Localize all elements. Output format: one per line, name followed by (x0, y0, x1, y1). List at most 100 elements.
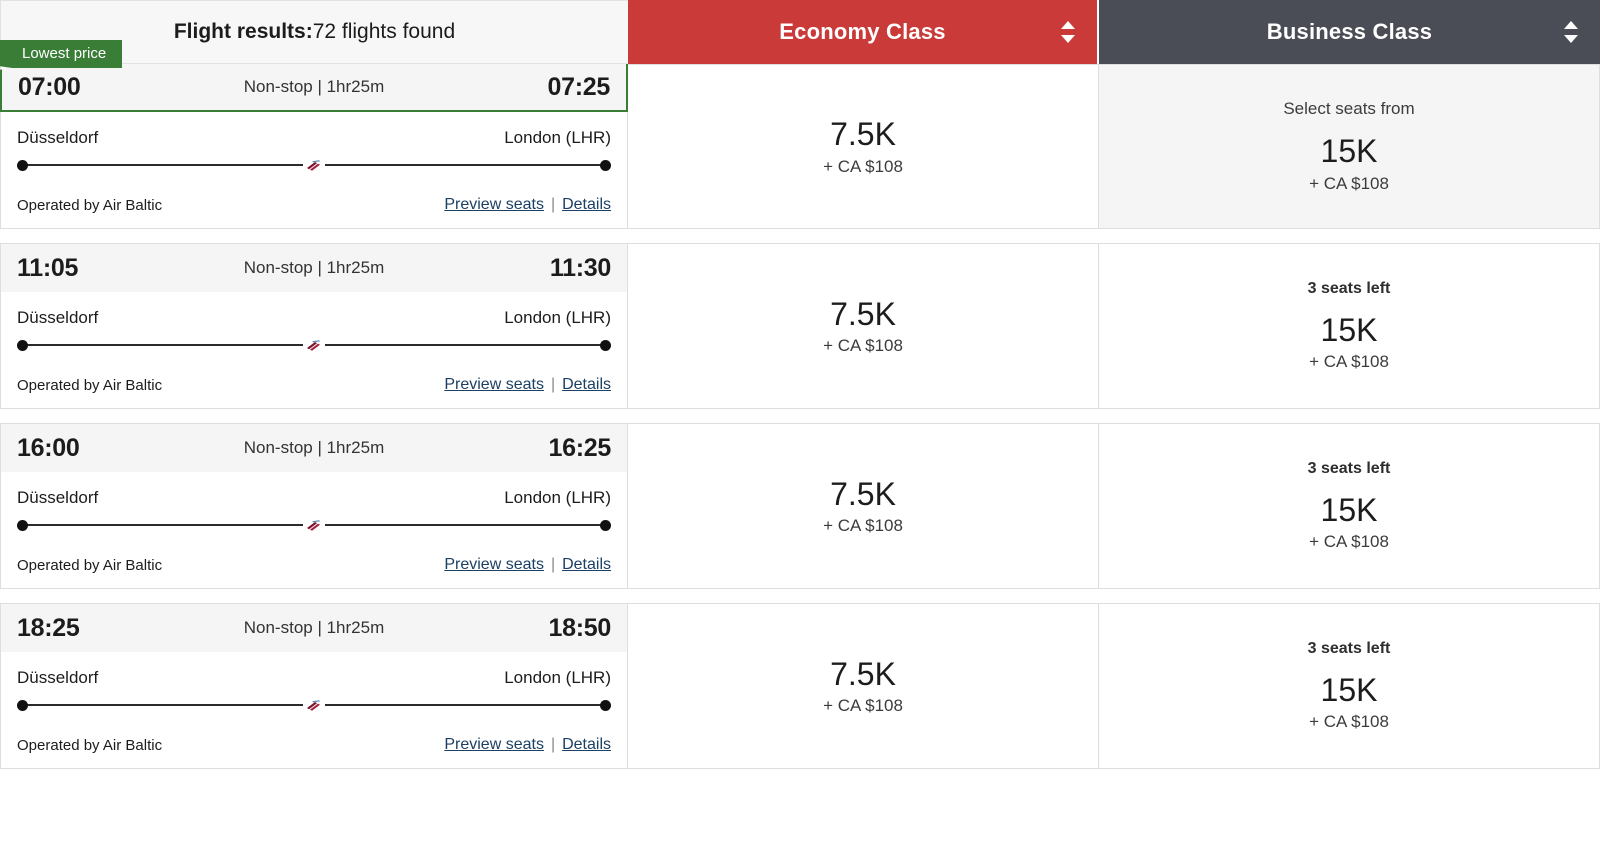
sort-descending-icon (1061, 35, 1075, 43)
economy-fare-cell-cash: + CA $108 (823, 516, 903, 536)
departure-time: 16:00 (17, 433, 80, 462)
economy-fare-cell-points: 7.5K (830, 116, 896, 153)
airline-logo-icon (303, 697, 325, 713)
preview-seats-link[interactable]: Preview seats (444, 196, 544, 213)
economy-fare-cell[interactable]: 7.5K + CA $108 (628, 64, 1099, 229)
preview-seats-link[interactable]: Preview seats (444, 376, 544, 393)
destination-city: London (LHR) (504, 308, 611, 327)
destination-city: London (LHR) (504, 668, 611, 687)
operator-label: Operated by Air Baltic (17, 556, 163, 574)
business-fare-cell-points: 15K (1320, 133, 1378, 170)
flight-row-links: Preview seats | Details (444, 736, 611, 754)
destination-dot-icon (600, 699, 611, 711)
lowest-price-badge-label: Lowest price (0, 40, 122, 68)
preview-seats-link[interactable]: Preview seats (444, 556, 544, 573)
operator-label: Operated by Air Baltic (17, 736, 163, 754)
link-separator: | (550, 196, 556, 213)
business-fare-cell[interactable]: 3 seats left 15K + CA $108 (1099, 243, 1600, 409)
flight-time-bar: 07:00 Non-stop | 1hr25m 07:25 (0, 64, 628, 112)
flight-time-bar: 16:00 Non-stop | 1hr25m 16:25 (1, 424, 627, 472)
flight-row: Lowest price 07:00 Non-stop | 1hr25m 07:25 D… (0, 64, 1600, 229)
destination-city: London (LHR) (504, 128, 611, 147)
sort-updown-icon[interactable] (1564, 21, 1578, 43)
sort-updown-icon[interactable] (1061, 21, 1075, 43)
route-block: Düsseldorf London (LHR) (1, 112, 627, 173)
details-link[interactable]: Details (562, 376, 611, 393)
route-cities: Düsseldorf London (LHR) (17, 488, 611, 508)
departure-time: 18:25 (17, 613, 80, 642)
economy-fare-cell[interactable]: 7.5K + CA $108 (628, 423, 1099, 589)
link-separator: | (550, 376, 556, 393)
destination-city: London (LHR) (504, 488, 611, 507)
route-block: Düsseldorf London (LHR) (1, 472, 627, 533)
flight-row: 16:00 Non-stop | 1hr25m 16:25 Düsseldorf Lon… (0, 423, 1600, 589)
flight-itinerary: 11:05 Non-stop | 1hr25m 11:30 Düsseldorf Lon… (0, 243, 628, 409)
details-link[interactable]: Details (562, 556, 611, 573)
arrival-time: 11:30 (549, 253, 611, 282)
business-fare-cell-points: 15K (1320, 311, 1378, 348)
flight-row-links: Preview seats | Details (444, 196, 611, 214)
destination-dot-icon (600, 519, 611, 531)
airline-logo-icon (303, 337, 325, 353)
lowest-price-badge: Lowest price (0, 40, 122, 68)
airline-logo-icon (303, 157, 325, 173)
business-fare-cell-cash: + CA $108 (1309, 173, 1389, 193)
business-fare-cell-note: 3 seats left (1307, 459, 1391, 477)
flight-itinerary: 18:25 Non-stop | 1hr25m 18:50 Düsseldorf Lon… (0, 603, 628, 769)
operator-label: Operated by Air Baltic (17, 196, 163, 214)
business-fare-cell[interactable]: Select seats from 15K + CA $108 (1099, 64, 1600, 229)
origin-dot-icon (17, 159, 28, 171)
route-line (17, 157, 611, 173)
economy-fare-cell[interactable]: 7.5K + CA $108 (628, 243, 1099, 409)
business-fare-cell[interactable]: 3 seats left 15K + CA $108 (1099, 603, 1600, 769)
flight-row: 18:25 Non-stop | 1hr25m 18:50 Düsseldorf Lon… (0, 603, 1600, 769)
tab-business-class-label: Business Class (1266, 19, 1433, 44)
route-cities: Düsseldorf London (LHR) (17, 308, 611, 328)
destination-dot-icon (600, 159, 611, 171)
sort-descending-icon (1564, 35, 1578, 43)
business-fare-cell-note: 3 seats left (1307, 639, 1391, 657)
economy-fare-cell-cash: + CA $108 (823, 156, 903, 176)
route-line (17, 337, 611, 353)
origin-city: Düsseldorf (17, 488, 99, 507)
origin-dot-icon (17, 519, 28, 531)
route-block: Düsseldorf London (LHR) (1, 292, 627, 353)
route-cities: Düsseldorf London (LHR) (17, 668, 611, 688)
link-separator: | (550, 736, 556, 753)
route-cities: Düsseldorf London (LHR) (17, 128, 611, 148)
origin-dot-icon (17, 339, 28, 351)
preview-seats-link[interactable]: Preview seats (444, 736, 544, 753)
departure-time: 11:05 (17, 253, 79, 282)
flight-row-links: Preview seats | Details (444, 556, 611, 574)
tab-economy-class-label: Economy Class (779, 19, 946, 44)
flight-results-list: Lowest price 07:00 Non-stop | 1hr25m 07:25 D… (0, 64, 1600, 769)
origin-city: Düsseldorf (17, 668, 99, 687)
flight-row-links: Preview seats | Details (444, 376, 611, 394)
stops-and-duration: Non-stop | 1hr25m (243, 77, 385, 96)
sort-ascending-icon (1564, 21, 1578, 29)
route-line (17, 697, 611, 713)
details-link[interactable]: Details (562, 196, 611, 213)
flight-time-bar: 11:05 Non-stop | 1hr25m 11:30 (1, 244, 627, 292)
tab-economy-class[interactable]: Economy Class (628, 0, 1099, 64)
economy-fare-cell[interactable]: 7.5K + CA $108 (628, 603, 1099, 769)
flight-results-page: Flight results:72 flights found Economy … (0, 0, 1600, 862)
stops-and-duration: Non-stop | 1hr25m (243, 258, 385, 277)
origin-dot-icon (17, 699, 28, 711)
business-fare-cell-points: 15K (1320, 671, 1378, 708)
stops-and-duration: Non-stop | 1hr25m (243, 618, 385, 637)
sort-ascending-icon (1061, 21, 1075, 29)
arrival-time: 18:50 (548, 613, 612, 642)
details-link[interactable]: Details (562, 736, 611, 753)
flight-row-footer: Operated by Air Baltic Preview seats | Deta… (1, 532, 627, 588)
economy-fare-cell-points: 7.5K (830, 295, 896, 332)
destination-dot-icon (600, 339, 611, 351)
business-fare-cell-note: Select seats from (1283, 99, 1415, 119)
origin-city: Düsseldorf (17, 308, 99, 327)
business-fare-cell-points: 15K (1320, 491, 1378, 528)
arrival-time: 16:25 (548, 433, 612, 462)
link-separator: | (550, 556, 556, 573)
tab-business-class[interactable]: Business Class (1099, 0, 1600, 64)
business-fare-cell[interactable]: 3 seats left 15K + CA $108 (1099, 423, 1600, 589)
flight-row-footer: Operated by Air Baltic Preview seats | Deta… (1, 172, 627, 228)
